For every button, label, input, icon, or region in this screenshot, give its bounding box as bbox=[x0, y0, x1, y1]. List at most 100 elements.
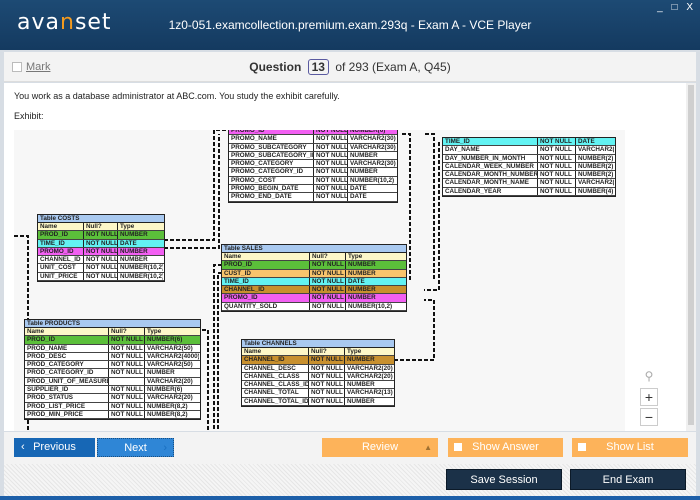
table-cell: NOT NULL bbox=[538, 187, 576, 196]
table-cell: PROMO_NAME bbox=[229, 135, 314, 143]
table-cell: NOT NULL bbox=[538, 162, 576, 171]
time-sales-line bbox=[425, 133, 435, 280]
table-row: CALENDAR_MONTH_NUMBER NOT NULL NUMBER(2) bbox=[443, 171, 615, 180]
previous-button[interactable]: ‹ Previous bbox=[14, 438, 95, 457]
table-row: TIME_ID NOT NULL DATE bbox=[222, 277, 406, 287]
table-cell: PROMO_END_DATE bbox=[229, 193, 314, 201]
table-row: SUPPLIER_ID NOT NULL NUMBER(6) bbox=[25, 386, 200, 395]
bottom-accent-bar bbox=[0, 496, 700, 500]
table-cell: CUST_ID bbox=[222, 269, 310, 277]
zoom-out-button[interactable]: − bbox=[640, 408, 658, 426]
column-header: Null? bbox=[310, 253, 346, 261]
table-cell: CALENDAR_WEEK_NUMBER bbox=[443, 162, 538, 171]
promo-costs-line bbox=[164, 134, 220, 249]
vertical-scrollbar[interactable] bbox=[686, 83, 696, 431]
question-content: You work as a database administrator at … bbox=[4, 83, 696, 431]
question-label: Question bbox=[249, 60, 302, 74]
time-costs-line bbox=[164, 130, 226, 241]
table-cell: CALENDAR_MONTH_NAME bbox=[443, 179, 538, 187]
table-cell: PROMO_ID bbox=[222, 294, 310, 302]
table-row: DAY_NAMENOT NULLVARCHAR2(9) bbox=[443, 146, 615, 155]
table-cell: PROD_ID bbox=[222, 261, 310, 269]
table-cell: NOT NULL bbox=[310, 302, 346, 311]
table-cell: TIME_ID bbox=[443, 138, 538, 146]
table-cell: PROD_DESC bbox=[25, 352, 109, 361]
table-cell: CHANNEL_CLASS_ID bbox=[244, 381, 309, 389]
table-cell: VARCHAR2(20) bbox=[347, 364, 393, 372]
table-title: Table SALES bbox=[222, 245, 406, 253]
table-cell: NUMBER(6) bbox=[147, 386, 183, 394]
zoom-in-button[interactable]: + bbox=[640, 388, 658, 406]
table-row: CHANNEL_ID NOT NULL NUMBER bbox=[38, 256, 164, 265]
table-promotions: PROMO_ID NOT NULL NUMBER(6) PROMO_NAME NOT N… bbox=[228, 130, 398, 203]
table-cell: NOT NULL bbox=[316, 176, 348, 185]
show-answer-button[interactable]: Show Answer bbox=[448, 438, 563, 457]
save-session-button[interactable]: Save Session bbox=[446, 469, 562, 490]
table-channels: Table CHANNELS Name Null? Type CHANNEL_ID NOT… bbox=[241, 339, 395, 408]
table-cell: DAY_NUMBER_IN_MONTH bbox=[443, 154, 538, 162]
table-cell: VARCHAR2(30) bbox=[350, 143, 396, 151]
table-cell: NUMBER bbox=[350, 168, 378, 176]
table-row: QUANTITY_SOLD NOT NULL NUMBER(10,2) bbox=[222, 302, 406, 312]
question-of: of 293 (Exam A, Q45) bbox=[335, 60, 451, 74]
table-cell: CHANNEL_TOTAL bbox=[242, 389, 309, 397]
table-cell: NUMBER bbox=[348, 286, 376, 294]
table-header-row: Name Null? Type bbox=[38, 223, 164, 232]
table-row: PROD_CATEGORY_ID NOT NULL NUMBER bbox=[25, 369, 200, 378]
table-row: UNIT_COST NOT NULL NUMBER(10,2) bbox=[38, 264, 164, 273]
table-row: CUST_ID NOT NULL NUMBER bbox=[222, 269, 406, 278]
chevron-right-icon: › bbox=[163, 442, 167, 454]
table-cell: NOT NULL bbox=[538, 171, 576, 179]
table-cell: NOT NULL bbox=[86, 247, 118, 256]
table-cell: VARCHAR2(50) bbox=[147, 361, 193, 369]
previous-label: Previous bbox=[33, 441, 76, 453]
show-list-button[interactable]: Show List bbox=[572, 438, 688, 457]
window-controls[interactable]: _ □ X bbox=[657, 2, 696, 13]
table-cell: VARCHAR2(50) bbox=[147, 344, 193, 352]
table-title: Table COSTS bbox=[38, 215, 164, 223]
table-cell: NOT NULL bbox=[538, 154, 576, 162]
scrollbar-thumb[interactable] bbox=[688, 85, 694, 425]
table-row: PROD_ID NOT NULL NUMBER(6) bbox=[25, 336, 200, 345]
navigation-bar: ‹ Previous Next › Review ▲ Show Answer Show… bbox=[4, 432, 696, 464]
table-cell: NUMBER(10,2) bbox=[348, 302, 393, 310]
table-cell: NUMBER bbox=[147, 369, 175, 377]
table-cell: NUMBER bbox=[347, 397, 375, 405]
table-cell: VARCHAR2(20) bbox=[147, 377, 193, 385]
table-cell: NOT NULL bbox=[309, 381, 345, 389]
table-row: TIME_ID NOT NULL DATE bbox=[38, 239, 164, 248]
table-row: PROD_LIST_PRICE NOT NULL NUMBER(8,2) bbox=[25, 402, 200, 411]
question-number-input[interactable]: 13 bbox=[307, 59, 329, 75]
table-row: PROD_UNIT_OF_MEASURE VARCHAR2(20) bbox=[25, 377, 200, 387]
table-cell: CHANNEL_ID bbox=[222, 286, 310, 294]
review-button[interactable]: Review ▲ bbox=[322, 438, 438, 457]
table-cell: PROMO_COST bbox=[229, 176, 314, 185]
table-cell: NUMBER bbox=[120, 247, 148, 255]
table-cell: NUMBER(2) bbox=[578, 171, 614, 179]
table-cell: DATE bbox=[578, 138, 595, 145]
table-cell: NOT NULL bbox=[309, 372, 345, 381]
table-row: PROMO_COST NOT NULL NUMBER(10,2) bbox=[229, 176, 397, 186]
table-cell: NUMBER(10,2) bbox=[350, 176, 395, 184]
column-header: Type bbox=[120, 223, 135, 230]
question-counter: Question 13 of 293 (Exam A, Q45) bbox=[4, 59, 696, 75]
end-exam-button[interactable]: End Exam bbox=[570, 469, 686, 490]
table-cell: PROMO_CATEGORY_ID bbox=[229, 168, 314, 176]
table-cell bbox=[109, 377, 145, 386]
next-button[interactable]: Next › bbox=[97, 438, 174, 457]
table-cell: NOT NULL bbox=[309, 397, 345, 406]
table-cell: DATE bbox=[348, 277, 365, 285]
table-row: PROMO_CATEGORY NOT NULL VARCHAR2(30) bbox=[229, 160, 397, 169]
table-cell: NOT NULL bbox=[310, 269, 346, 277]
question-text: You work as a database administrator at … bbox=[14, 91, 340, 101]
table-row: CHANNEL_CLASS NOT NULL VARCHAR2(20) bbox=[242, 372, 394, 382]
column-header: Type bbox=[347, 348, 362, 355]
column-header: Name bbox=[38, 223, 84, 231]
table-cell: PROD_ID bbox=[38, 231, 84, 239]
table-cell: NOT NULL bbox=[310, 286, 346, 294]
table-cell: NOT NULL bbox=[109, 344, 145, 352]
table-cell: NOT NULL bbox=[316, 160, 348, 168]
column-header: Null? bbox=[84, 223, 118, 231]
exhibit-label: Exhibit: bbox=[14, 111, 44, 121]
table-header-row: Name Null? Type bbox=[25, 328, 200, 337]
